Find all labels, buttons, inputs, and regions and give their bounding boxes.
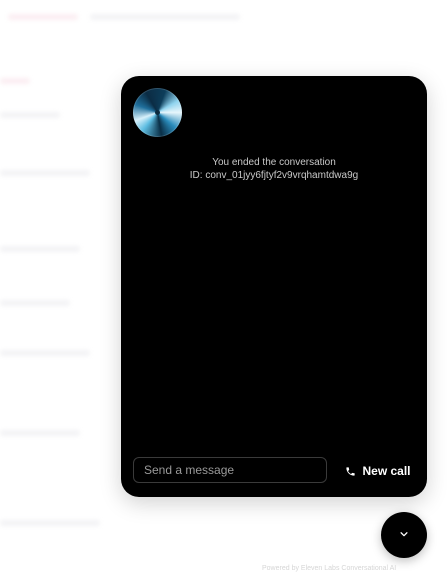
page: You ended the conversation ID: conv_01jy… xyxy=(0,0,447,573)
new-call-label: New call xyxy=(362,464,411,478)
background-decoration xyxy=(90,14,240,20)
message-input[interactable] xyxy=(133,457,327,483)
phone-icon xyxy=(345,466,356,477)
chat-widget: You ended the conversation ID: conv_01jy… xyxy=(121,76,427,497)
background-decoration xyxy=(8,14,78,20)
conversation-status: You ended the conversation ID: conv_01jy… xyxy=(121,156,427,182)
background-decoration xyxy=(0,112,60,118)
background-decoration xyxy=(0,246,80,252)
background-decoration xyxy=(0,300,70,306)
background-decoration xyxy=(0,350,90,356)
widget-toggle-button[interactable] xyxy=(381,512,427,558)
new-call-button[interactable]: New call xyxy=(339,457,417,485)
background-decoration xyxy=(0,520,100,526)
status-text: You ended the conversation xyxy=(212,157,336,168)
metallic-orb-avatar-icon xyxy=(155,110,160,115)
agent-avatar xyxy=(133,88,182,137)
powered-by-footer: Powered by Eleven Labs Conversational AI xyxy=(262,565,397,572)
background-decoration xyxy=(0,170,90,176)
conversation-id: ID: conv_01jyy6fjtyf2v9vrqhamtdwa9g xyxy=(189,170,359,181)
background-decoration xyxy=(0,430,80,436)
message-composer: New call xyxy=(133,457,415,485)
background-decoration xyxy=(0,78,30,84)
chevron-down-icon xyxy=(399,526,409,544)
